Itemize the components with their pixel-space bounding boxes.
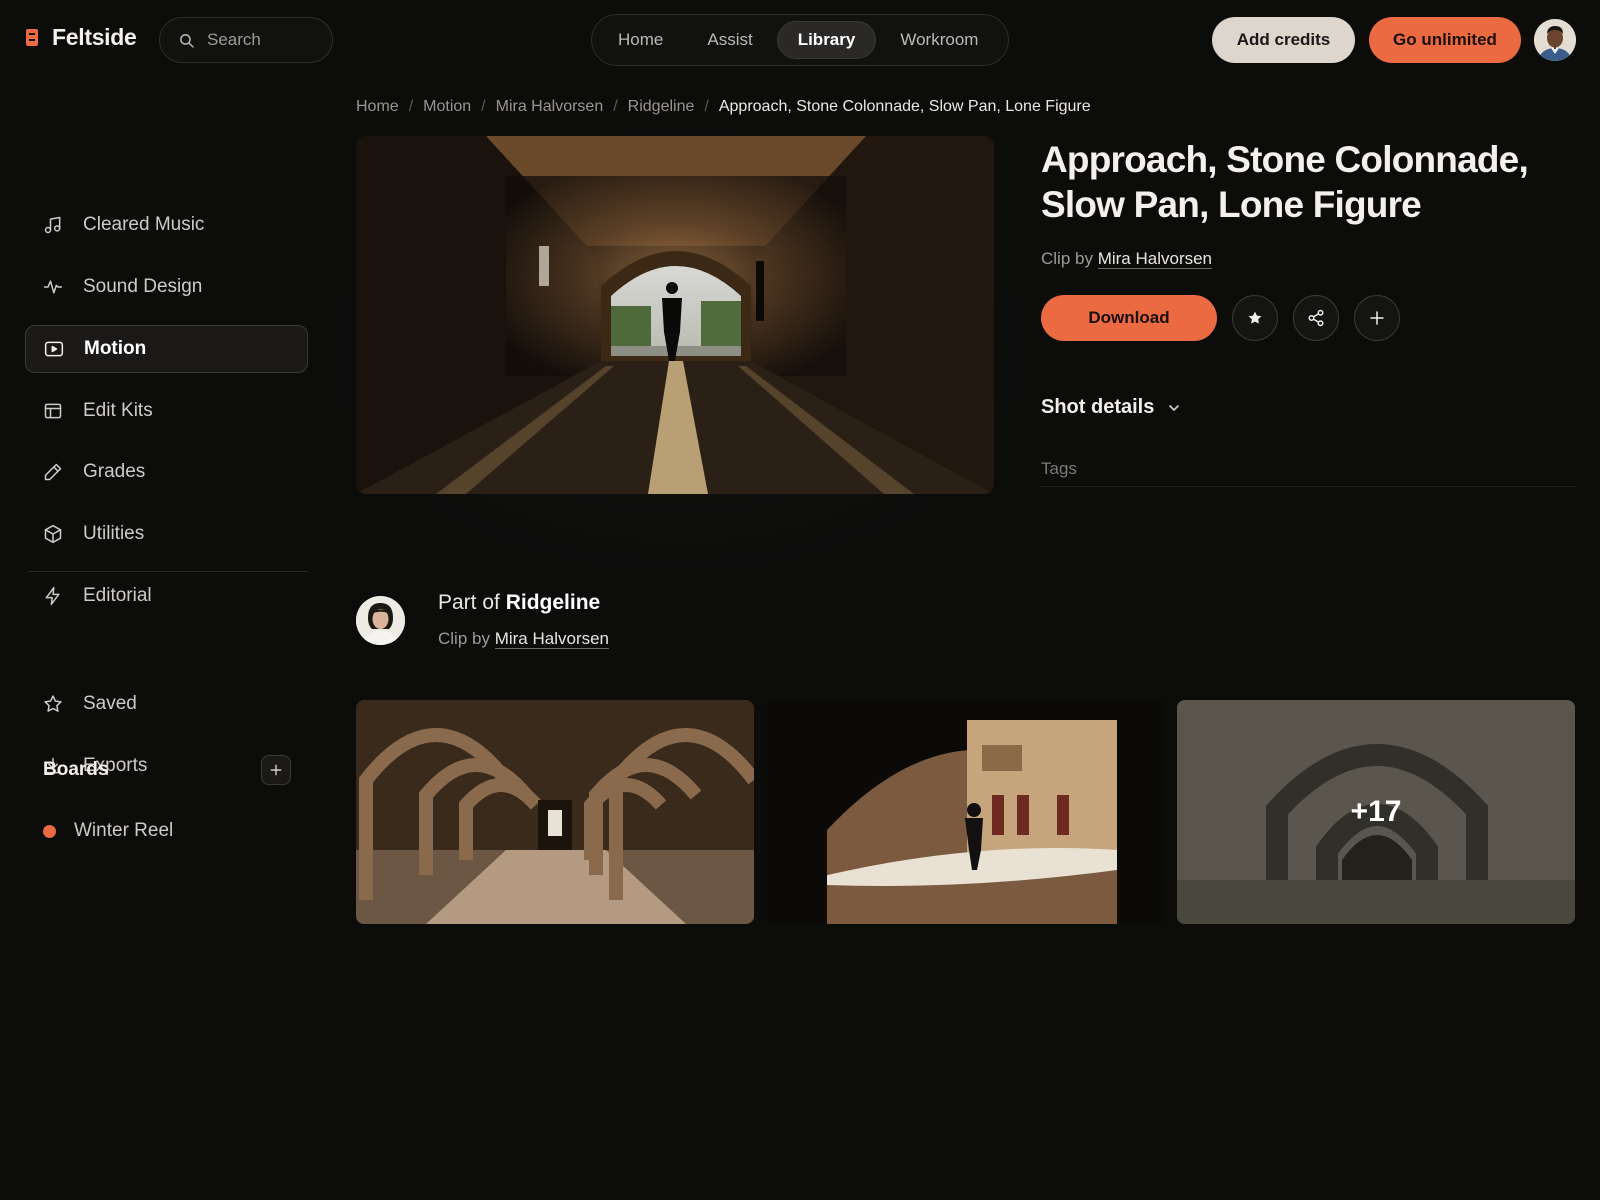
thumbnail-image: [356, 700, 754, 924]
breadcrumb-collection[interactable]: Ridgeline: [628, 98, 695, 116]
sidebar: Cleared Music Sound Design Motion Edit K…: [0, 80, 335, 1200]
layout-template-icon: [44, 403, 62, 419]
collection-title: Part of Ridgeline: [438, 591, 600, 615]
sidebar-item-motion[interactable]: Motion: [25, 325, 308, 373]
share-icon: [1308, 309, 1324, 327]
sidebar-item-cleared-music[interactable]: Cleared Music: [25, 201, 308, 249]
sidebar-item-label: Motion: [84, 338, 147, 359]
app-name: Feltside: [52, 24, 137, 50]
download-button[interactable]: Download: [1041, 295, 1217, 341]
breadcrumb-separator: /: [408, 98, 414, 115]
sidebar-item-sound-design[interactable]: Sound Design: [25, 263, 308, 311]
feltside-logo-mark: [26, 29, 38, 46]
board-item-winter-reel[interactable]: Winter Reel: [43, 820, 173, 842]
plus-icon: [1370, 311, 1384, 325]
breadcrumb-separator: /: [613, 98, 618, 115]
author-avatar[interactable]: [356, 596, 405, 645]
sidebar-item-label: Edit Kits: [83, 400, 153, 421]
top-navigation: Home Assist Library Workroom: [591, 14, 1009, 66]
breadcrumb-current: Approach, Stone Colonnade, Slow Pan, Lon…: [718, 98, 1091, 115]
pencil-icon: [44, 463, 62, 481]
app-logo[interactable]: Feltside: [26, 24, 137, 51]
board-label: Winter Reel: [74, 820, 174, 841]
tab-library[interactable]: Library: [776, 21, 877, 59]
go-unlimited-button[interactable]: Go unlimited: [1369, 17, 1521, 63]
sidebar-item-utilities[interactable]: Utilities: [25, 510, 308, 558]
tags-divider: [1041, 486, 1576, 487]
breadcrumb-separator: /: [704, 98, 709, 115]
sidebar-divider: [28, 571, 308, 572]
music-note-icon: [44, 216, 61, 234]
breadcrumb: Home / Motion / Mira Halvorsen / Ridgeli…: [356, 98, 1091, 116]
breadcrumb-separator: /: [481, 98, 486, 115]
favorite-button[interactable]: [1232, 295, 1278, 341]
clip-preview-image: [356, 136, 994, 494]
star-icon: [44, 695, 62, 712]
tags-label: Tags: [1041, 459, 1077, 478]
user-avatar[interactable]: [1534, 19, 1576, 61]
breadcrumb-home[interactable]: Home: [356, 98, 399, 116]
collection-name[interactable]: Ridgeline: [506, 591, 601, 614]
chevron-down-icon: [1169, 404, 1180, 411]
sidebar-item-label: Saved: [83, 693, 137, 714]
boards-heading: Boards: [43, 759, 109, 780]
sidebar-item-editorial[interactable]: Editorial: [25, 572, 308, 620]
sidebar-item-label: Grades: [83, 461, 146, 482]
add-credits-button[interactable]: Add credits: [1212, 17, 1355, 63]
byline-prefix: Clip by: [438, 629, 490, 648]
add-to-board-button[interactable]: [1354, 295, 1400, 341]
sidebar-item-saved[interactable]: Saved: [25, 680, 308, 728]
sidebar-item-grades[interactable]: Grades: [25, 448, 308, 496]
byline-prefix: Clip by: [1041, 249, 1093, 268]
sidebar-item-label: Sound Design: [83, 276, 203, 297]
search-icon: [180, 33, 194, 48]
clip-preview[interactable]: [356, 136, 994, 494]
sidebar-item-label: Editorial: [83, 585, 152, 606]
thumbnail-image: [767, 700, 1165, 924]
sidebar-item-label: Cleared Music: [83, 214, 205, 235]
search-input[interactable]: [207, 30, 317, 50]
plus-icon: [270, 764, 282, 776]
star-icon: [1248, 311, 1262, 324]
waveform-icon: [43, 280, 63, 294]
tab-home[interactable]: Home: [598, 21, 683, 59]
bolt-icon: [45, 586, 60, 606]
cube-icon: [44, 524, 62, 544]
collection-byline: Clip by Mira Halvorsen: [438, 629, 610, 649]
add-board-button[interactable]: [261, 755, 291, 785]
clip-byline: Clip by Mira Halvorsen: [1041, 249, 1213, 269]
part-of-prefix: Part of: [438, 591, 500, 614]
collection-thumbnail-more[interactable]: +17: [1177, 700, 1575, 924]
shot-details-label: Shot details: [1041, 396, 1155, 418]
collection-author-link[interactable]: Mira Halvorsen: [494, 629, 610, 649]
sidebar-item-label: Utilities: [83, 523, 145, 544]
collection-thumbnail[interactable]: [356, 700, 754, 924]
sidebar-item-edit-kits[interactable]: Edit Kits: [25, 387, 308, 435]
breadcrumb-author[interactable]: Mira Halvorsen: [496, 98, 604, 116]
more-clips-count: +17: [1177, 700, 1575, 924]
breadcrumb-motion[interactable]: Motion: [423, 98, 471, 116]
author-link[interactable]: Mira Halvorsen: [1097, 249, 1213, 269]
top-bar: Feltside Home Assist Library Workroom Ad…: [0, 0, 1600, 80]
collection-thumbnail[interactable]: [767, 700, 1165, 924]
board-color-dot: [43, 824, 56, 838]
share-button[interactable]: [1293, 295, 1339, 341]
shot-details-toggle[interactable]: Shot details: [1041, 396, 1182, 419]
tab-assist[interactable]: Assist: [687, 21, 772, 59]
tab-workroom[interactable]: Workroom: [880, 21, 998, 59]
video-play-icon: [44, 341, 64, 357]
search-box[interactable]: [159, 17, 333, 63]
clip-title: Approach, Stone Colonnade, Slow Pan, Lon…: [1041, 139, 1529, 225]
